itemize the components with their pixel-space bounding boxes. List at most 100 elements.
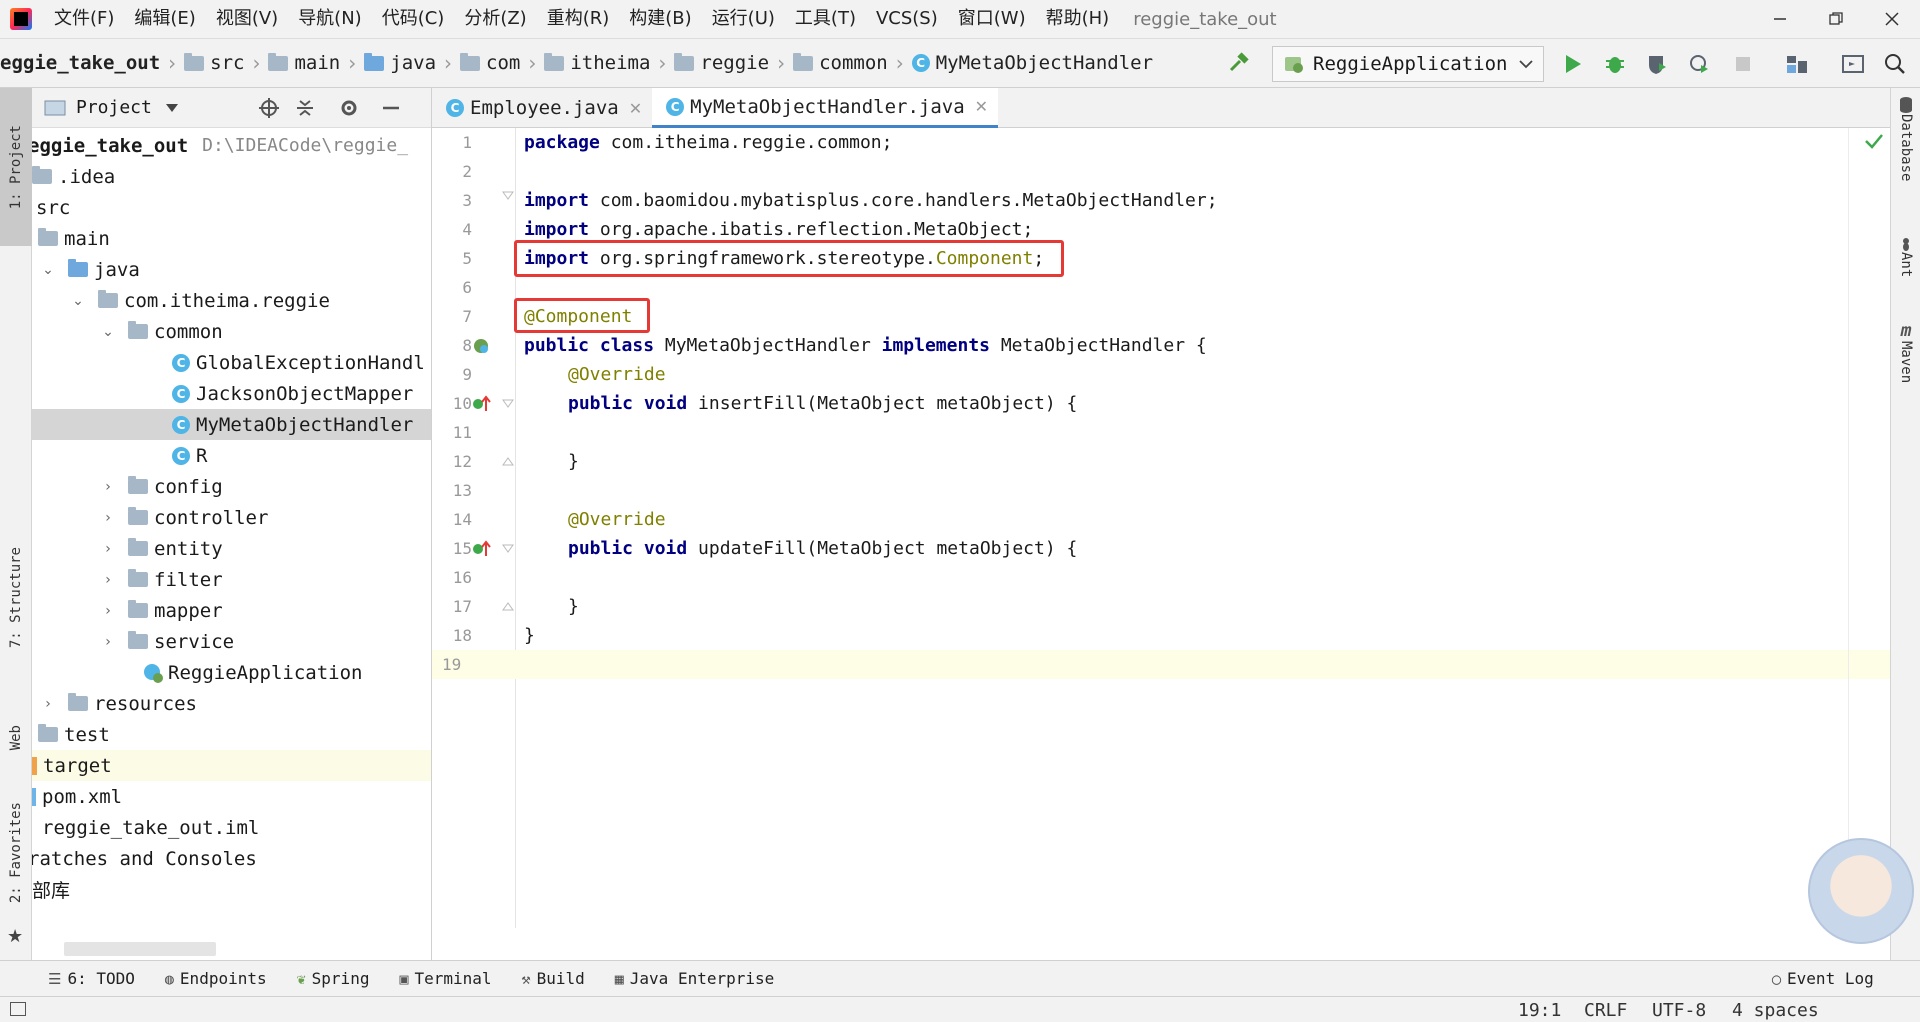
chevron-down-icon[interactable]: ⌄ [38,262,58,278]
chevron-right-icon[interactable]: › [38,696,58,712]
menu-view[interactable]: 视图(V) [206,0,288,38]
locate-icon[interactable] [258,97,280,119]
chevron-right-icon[interactable]: › [98,479,118,495]
tool-button-build[interactable]: ⚒ Build [522,969,585,988]
tree-item-scratches[interactable]: ratches and Consoles [32,843,431,874]
run-configuration-select[interactable]: ReggieApplication [1272,46,1544,82]
tree-item-iml[interactable]: reggie_take_out.iml [32,812,431,843]
menu-navigate[interactable]: 导航(N) [288,0,372,38]
tree-item-common[interactable]: ⌄ common [32,316,431,347]
restore-button[interactable] [1808,0,1864,38]
chevron-down-icon[interactable] [165,103,178,112]
tool-tab-ant[interactable]: Ant [1891,236,1920,277]
tree-item-service[interactable]: › service [32,626,431,657]
tool-tab-structure[interactable]: 7: Structure [0,528,32,668]
profile-button[interactable] [1686,51,1712,77]
menu-help[interactable]: 帮助(H) [1036,0,1120,38]
file-encoding[interactable]: UTF-8 [1652,1000,1706,1021]
tree-item-external-libraries[interactable]: 部库 [32,874,431,905]
tree-item-package-reggie[interactable]: ⌄ com.itheima.reggie [32,285,431,316]
menu-tools[interactable]: 工具(T) [785,0,866,38]
search-everywhere-button[interactable] [1882,51,1908,77]
breadcrumb-java[interactable]: java [390,52,436,74]
menu-refactor[interactable]: 重构(R) [537,0,620,38]
tool-tab-favorites[interactable]: 2: Favorites [0,788,32,918]
horizontal-scrollbar[interactable] [64,942,216,956]
breadcrumb-class[interactable]: MyMetaObjectHandler [936,52,1153,74]
chevron-right-icon[interactable]: › [98,572,118,588]
indent-setting[interactable]: 4 spaces [1732,1000,1819,1021]
tree-item-r[interactable]: C R [32,440,431,471]
collapse-all-icon[interactable] [294,97,316,119]
tool-tab-database[interactable]: Database [1891,96,1920,181]
menu-build[interactable]: 构建(B) [619,0,701,38]
fold-icon[interactable] [502,601,514,613]
breadcrumb-src[interactable]: src [210,52,244,74]
tree-item-filter[interactable]: › filter [32,564,431,595]
close-tab-icon[interactable]: ✕ [629,99,642,118]
tool-tab-project[interactable]: 1: Project [0,88,32,246]
implements-gutter-icon[interactable] [472,540,492,558]
tool-button-java-enterprise[interactable]: ▦ Java Enterprise [615,969,775,988]
tool-button-spring[interactable]: ❦ Spring [297,969,370,988]
tree-item-entity[interactable]: › entity [32,533,431,564]
implements-gutter-icon[interactable] [472,395,492,413]
menu-vcs[interactable]: VCS(S) [866,0,948,38]
spring-bean-gutter-icon[interactable] [472,337,490,355]
run-button[interactable] [1560,51,1586,77]
menu-edit[interactable]: 编辑(E) [124,0,205,38]
tree-item-config[interactable]: › config [32,471,431,502]
tree-item-mapper[interactable]: › mapper [32,595,431,626]
project-structure-button[interactable] [1784,51,1810,77]
breadcrumb-com[interactable]: com [486,52,520,74]
chevron-right-icon[interactable]: › [98,510,118,526]
tool-button-event-log[interactable]: ◯ Event Log [1772,969,1874,988]
caret-position[interactable]: 19:1 [1518,1000,1561,1021]
tree-item-reggie-application[interactable]: ReggieApplication [32,657,431,688]
tool-tab-web[interactable]: Web [0,698,32,778]
tree-item-test[interactable]: test [32,719,431,750]
tree-item-main[interactable]: main [32,223,431,254]
menu-window[interactable]: 窗口(W) [948,0,1036,38]
minimize-button[interactable] [1752,0,1808,38]
stop-button[interactable] [1730,51,1756,77]
frame-toggle-button[interactable] [1840,51,1866,77]
breadcrumb-project[interactable]: eggie_take_out [0,52,160,74]
chevron-down-icon[interactable]: ⌄ [68,293,88,309]
tool-button-endpoints[interactable]: ◍ Endpoints [165,969,267,988]
tree-item-resources[interactable]: › resources [32,688,431,719]
close-tab-icon[interactable]: ✕ [975,97,988,116]
tree-item-jackson-object-mapper[interactable]: C JacksonObjectMapper [32,378,431,409]
build-hammer-button[interactable] [1226,51,1252,77]
tab-employee-java[interactable]: C Employee.java ✕ [432,88,652,128]
project-panel-title[interactable]: Project [76,97,152,118]
tree-item-controller[interactable]: › controller [32,502,431,533]
fold-icon[interactable] [502,543,514,555]
gear-icon[interactable] [338,97,360,119]
menu-file[interactable]: 文件(F) [44,0,124,38]
fold-icon[interactable] [502,398,514,410]
breadcrumb-common[interactable]: common [819,52,888,74]
breadcrumb-reggie[interactable]: reggie [700,52,769,74]
hide-panel-icon[interactable] [380,97,402,119]
tool-tab-maven[interactable]: m Maven [1891,320,1920,383]
tree-item-my-meta-object-handler[interactable]: C MyMetaObjectHandler [32,409,431,440]
fold-icon[interactable] [502,456,514,468]
tool-button-terminal[interactable]: ▣ Terminal [399,969,491,988]
chevron-right-icon[interactable]: › [98,603,118,619]
debug-button[interactable] [1602,51,1628,77]
coverage-button[interactable] [1644,51,1670,77]
tool-button-todo[interactable]: ☰ 6: TODO [48,969,135,988]
toggle-tool-windows-icon[interactable] [10,1002,26,1016]
line-separator[interactable]: CRLF [1584,1000,1627,1021]
tree-item-global-exception-handler[interactable]: C GlobalExceptionHandl [32,347,431,378]
menu-analyze[interactable]: 分析(Z) [454,0,536,38]
chevron-right-icon[interactable]: › [98,634,118,650]
menu-run[interactable]: 运行(U) [702,0,785,38]
tree-item-src[interactable]: src [32,192,431,223]
fold-icon[interactable] [502,190,514,202]
breadcrumb-itheima[interactable]: itheima [570,52,650,74]
chevron-right-icon[interactable]: › [98,541,118,557]
tree-item-idea[interactable]: .idea [32,161,431,192]
tree-item-pom[interactable]: pom.xml [32,781,431,812]
